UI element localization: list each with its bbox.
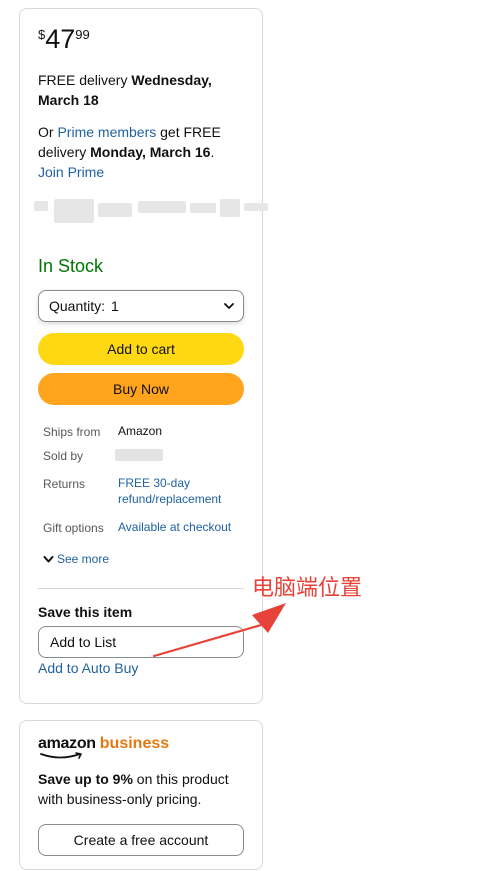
ships-from-label: Ships from <box>43 425 101 439</box>
quantity-label: Quantity: <box>49 298 106 314</box>
sold-by-label: Sold by <box>43 449 84 463</box>
delivery-prefix: FREE delivery <box>38 72 132 88</box>
join-prime-link[interactable]: Join Prime <box>38 164 104 180</box>
see-more-label: See more <box>57 552 110 566</box>
prime-delivery-date: Monday, March 16 <box>90 144 211 160</box>
prime-members-link[interactable]: Prime members <box>57 124 156 140</box>
add-to-cart-button[interactable]: Add to cart <box>38 333 244 365</box>
chevron-down-icon <box>224 303 234 309</box>
price-symbol: $ <box>38 27 46 42</box>
see-more-toggle[interactable]: See more <box>43 551 109 567</box>
returns-label: Returns <box>43 477 86 491</box>
gift-options-link[interactable]: Available at checkout <box>118 519 231 535</box>
logo-business-text: business <box>99 735 170 752</box>
sold-by-value-blurred <box>115 449 163 461</box>
price-whole: 47 <box>45 24 76 54</box>
amazon-business-box: amazon business Save up to 9% on this pr… <box>19 720 263 870</box>
prime-delivery-message: Or Prime members get FREE delivery Monda… <box>38 122 253 182</box>
logo-amazon-text: amazon <box>38 735 96 752</box>
blurred-location <box>34 197 270 227</box>
quantity-value: 1 <box>111 298 119 314</box>
ships-from-value: Amazon <box>118 424 163 438</box>
business-pricing-message: Save up to 9% on this product with busin… <box>38 769 248 809</box>
buy-now-button[interactable]: Buy Now <box>38 373 244 405</box>
quantity-select[interactable]: Quantity: 1 <box>38 290 244 322</box>
amazon-smile-icon <box>40 752 82 759</box>
chevron-down-icon <box>43 555 54 562</box>
create-free-account-button[interactable]: Create a free account <box>38 824 244 856</box>
save-item-title: Save this item <box>38 604 133 620</box>
price: $ 47 99 <box>38 23 90 53</box>
prime-suffix: . <box>210 144 215 160</box>
business-savings: Save up to 9% <box>38 771 133 787</box>
returns-policy-link[interactable]: FREE 30-day refund/replacement <box>118 475 244 507</box>
add-to-auto-buy-link[interactable]: Add to Auto Buy <box>38 659 138 677</box>
divider <box>38 588 244 589</box>
gift-options-label: Gift options <box>43 521 104 535</box>
price-fraction: 99 <box>75 27 90 42</box>
annotation-arrow-icon <box>152 603 286 658</box>
stock-status: In Stock <box>38 256 104 276</box>
prime-prefix: Or <box>38 124 58 140</box>
free-delivery-message: FREE delivery Wednesday, March 18 <box>38 70 248 110</box>
